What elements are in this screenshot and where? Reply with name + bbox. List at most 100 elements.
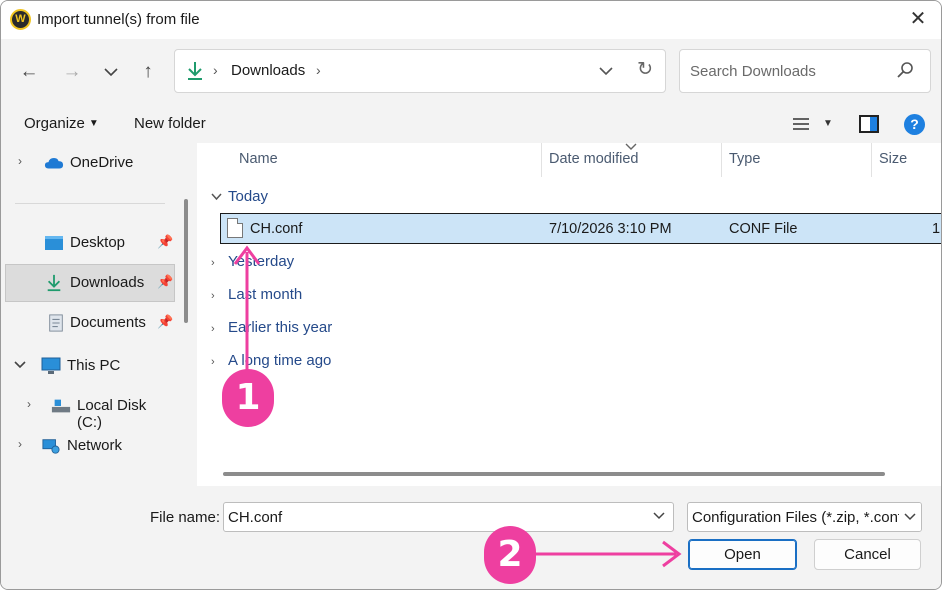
chevron-right-icon: ›	[211, 290, 215, 302]
sidebar-divider	[15, 203, 165, 204]
sidebar-item-network[interactable]: › Network	[5, 428, 175, 466]
forward-button[interactable]: →	[59, 59, 85, 85]
chevron-right-icon: ›	[211, 257, 215, 269]
sidebar-item-label: Downloads	[70, 274, 145, 291]
downloads-icon	[188, 62, 202, 80]
column-separator[interactable]	[721, 143, 722, 177]
documents-icon	[49, 314, 63, 332]
sidebar-item-label: Documents	[70, 314, 146, 331]
chevron-right-icon: ›	[211, 356, 215, 368]
file-icon	[227, 218, 243, 238]
arrow-left-icon: ←	[19, 61, 39, 82]
open-button[interactable]: Open	[688, 539, 797, 570]
refresh-button[interactable]: ↻	[637, 58, 653, 81]
recent-locations-button[interactable]	[98, 59, 124, 85]
group-label: Today	[228, 188, 269, 205]
sidebar-item-downloads[interactable]: Downloads 📌	[5, 264, 175, 302]
refresh-icon: ↻	[637, 59, 653, 80]
organize-button[interactable]: Organize ▼	[24, 115, 99, 132]
group-header-earlier-this-year[interactable]: › Earlier this year	[211, 319, 332, 336]
caret-down-icon[interactable]: ▼	[823, 118, 833, 129]
file-list: Name Date modified Type Size Today CH.co…	[197, 143, 941, 486]
column-separator[interactable]	[871, 143, 872, 177]
onedrive-icon	[44, 158, 64, 169]
file-name-field[interactable]: CH.conf	[223, 502, 674, 532]
column-separator[interactable]	[541, 143, 542, 177]
network-icon	[42, 439, 60, 454]
up-button[interactable]: ↑	[135, 59, 161, 85]
file-type-select[interactable]: Configuration Files (*.zip, *.conf	[687, 502, 922, 532]
caret-down-icon: ▼	[88, 118, 99, 129]
group-label: Last month	[228, 286, 303, 303]
group-label: Yesterday	[228, 253, 295, 270]
sidebar-item-onedrive[interactable]: › OneDrive	[5, 145, 175, 183]
new-folder-button[interactable]: New folder	[134, 115, 206, 132]
cancel-button[interactable]: Cancel	[814, 539, 921, 570]
navigation-pane: › OneDrive Desktop 📌 Downloads 📌 Documen…	[1, 143, 193, 486]
sidebar-item-documents[interactable]: Documents 📌	[5, 305, 175, 343]
arrow-right-icon: →	[62, 61, 82, 82]
column-header-size[interactable]: Size	[879, 151, 907, 167]
desktop-icon	[45, 236, 63, 250]
sidebar-item-label: Local Disk (C:)	[77, 397, 147, 431]
file-row-ch-conf[interactable]: CH.conf 7/10/2026 3:10 PM CONF File 1	[220, 213, 941, 244]
sidebar-item-label: Desktop	[70, 234, 126, 251]
preview-pane-icon[interactable]	[859, 115, 879, 133]
breadcrumb-separator-icon: ›	[213, 62, 218, 78]
column-header-name[interactable]: Name	[239, 151, 278, 167]
file-type-value: Configuration Files (*.zip, *.conf	[692, 509, 903, 526]
column-header-type[interactable]: Type	[729, 151, 760, 167]
group-label: Earlier this year	[228, 319, 333, 336]
chevron-down-icon	[104, 68, 118, 77]
file-dialog-window: W Import tunnel(s) from file ✕ ← → ↑ › D…	[0, 0, 942, 590]
chevron-right-icon[interactable]: ›	[18, 154, 22, 168]
sidebar-item-this-pc[interactable]: This PC	[5, 348, 175, 386]
address-history-button[interactable]	[599, 60, 613, 81]
file-date: 7/10/2026 3:10 PM	[549, 221, 672, 237]
help-icon[interactable]: ?	[904, 114, 925, 135]
sidebar-item-desktop[interactable]: Desktop 📌	[5, 225, 175, 263]
group-header-yesterday[interactable]: › Yesterday	[211, 253, 294, 270]
chevron-down-icon	[653, 512, 665, 520]
close-icon: ✕	[909, 8, 927, 30]
chevron-right-icon[interactable]: ›	[27, 397, 31, 411]
command-bar: Organize ▼ New folder ▼ ?	[1, 105, 941, 143]
file-size: 1	[932, 221, 941, 237]
horizontal-scrollbar[interactable]	[223, 472, 885, 476]
column-header-date-modified[interactable]: Date modified	[549, 151, 638, 167]
pin-icon: 📌	[157, 274, 174, 289]
chevron-right-icon: ›	[211, 323, 215, 335]
sidebar-item-label: This PC	[67, 357, 121, 374]
group-header-today[interactable]: Today	[211, 188, 268, 205]
wireguard-app-icon: W	[10, 9, 31, 30]
file-name: CH.conf	[250, 221, 303, 237]
file-name-history-button[interactable]	[653, 509, 665, 523]
chevron-down-icon	[899, 503, 921, 531]
sidebar-item-local-disk[interactable]: › Local Disk (C:)	[5, 388, 175, 431]
group-header-last-month[interactable]: › Last month	[211, 286, 302, 303]
chevron-down-icon[interactable]	[14, 361, 26, 369]
group-label: A long time ago	[228, 352, 332, 369]
downloads-icon	[47, 274, 61, 292]
search-box[interactable]: Search Downloads	[679, 49, 931, 93]
back-button[interactable]: ←	[16, 59, 42, 85]
close-button[interactable]: ✕	[905, 7, 931, 33]
search-icon	[897, 62, 913, 78]
sort-descending-icon	[625, 143, 637, 150]
breadcrumb-downloads[interactable]: Downloads	[231, 62, 305, 79]
file-name-label: File name:	[150, 509, 221, 526]
search-input[interactable]: Search Downloads	[690, 63, 816, 80]
view-options-icon[interactable]	[791, 115, 811, 133]
chevron-down-icon	[211, 192, 228, 204]
sidebar-scrollbar[interactable]	[184, 199, 188, 323]
dialog-footer: File name: CH.conf Configuration Files (…	[1, 486, 941, 589]
this-pc-icon	[41, 357, 61, 374]
file-name-value: CH.conf	[228, 509, 283, 526]
breadcrumb-separator-icon[interactable]: ›	[316, 62, 321, 78]
chevron-down-icon	[599, 67, 613, 76]
pin-icon: 📌	[157, 234, 174, 249]
group-header-long-time-ago[interactable]: › A long time ago	[211, 352, 331, 369]
chevron-right-icon[interactable]: ›	[18, 437, 22, 451]
pin-icon: 📌	[157, 314, 174, 329]
address-bar[interactable]: › Downloads › ↻	[174, 49, 666, 93]
